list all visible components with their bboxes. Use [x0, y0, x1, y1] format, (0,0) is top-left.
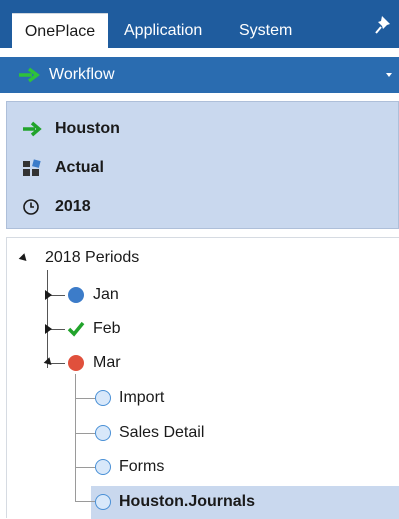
tree-period-label: Mar	[93, 354, 121, 371]
pov-panel: Houston Actual 2018	[6, 101, 399, 229]
pov-scenario[interactable]: Actual	[7, 149, 399, 185]
status-circle-icon	[68, 287, 84, 303]
tab-application[interactable]: Application	[124, 13, 202, 48]
status-circle-icon	[95, 494, 111, 510]
expand-collapse-icon[interactable]	[43, 357, 55, 368]
tree-step-label: Forms	[119, 458, 165, 475]
tree-step-row[interactable]: Sales Detail	[91, 421, 399, 445]
checkmark-icon	[67, 321, 85, 337]
workflow-bar[interactable]: Workflow	[0, 57, 399, 93]
tree-step-label: Import	[119, 389, 165, 406]
tab-oneplace[interactable]: OnePlace	[12, 13, 108, 48]
pov-entity[interactable]: Houston	[7, 110, 399, 146]
expand-collapse-icon[interactable]	[18, 253, 30, 264]
tree-connector	[75, 374, 76, 501]
tree-root-label: 2018 Periods	[45, 249, 140, 266]
top-tab-bar: OnePlace Application System	[0, 0, 399, 48]
status-circle-icon	[95, 459, 111, 475]
tree-step-label: Sales Detail	[119, 424, 205, 441]
tree-step-label: Houston.Journals	[119, 493, 256, 510]
pin-icon[interactable]	[375, 14, 393, 34]
clock-icon	[23, 199, 39, 215]
green-arrow-icon	[23, 121, 42, 137]
pov-time[interactable]: 2018	[7, 188, 399, 224]
tree-root-row[interactable]: 2018 Periods	[7, 246, 399, 270]
chevron-down-icon[interactable]	[386, 73, 392, 77]
green-arrow-icon	[19, 67, 40, 83]
expand-collapse-icon[interactable]	[45, 324, 52, 334]
tree-period-label: Jan	[93, 286, 119, 303]
tree-period-row[interactable]: Feb	[7, 317, 399, 341]
pov-time-label: 2018	[55, 198, 91, 215]
status-circle-icon	[95, 425, 111, 441]
expand-collapse-icon[interactable]	[45, 290, 52, 300]
tree-step-row[interactable]: Import	[91, 386, 399, 410]
pov-entity-label: Houston	[55, 120, 120, 137]
status-circle-icon	[68, 355, 84, 371]
status-circle-icon	[95, 390, 111, 406]
workflow-label: Workflow	[49, 66, 115, 83]
tree-period-row[interactable]: Mar	[7, 351, 399, 375]
workflow-tree: 2018 Periods Jan Feb Mar Import Sales De…	[6, 237, 399, 519]
scenario-blocks-icon	[23, 159, 41, 176]
tab-system[interactable]: System	[239, 13, 292, 48]
tree-period-row[interactable]: Jan	[7, 283, 399, 307]
tree-period-label: Feb	[93, 320, 121, 337]
pov-scenario-label: Actual	[55, 159, 104, 176]
tree-step-row[interactable]: Forms	[91, 455, 399, 479]
tree-step-row-selected[interactable]: Houston.Journals	[91, 489, 399, 515]
